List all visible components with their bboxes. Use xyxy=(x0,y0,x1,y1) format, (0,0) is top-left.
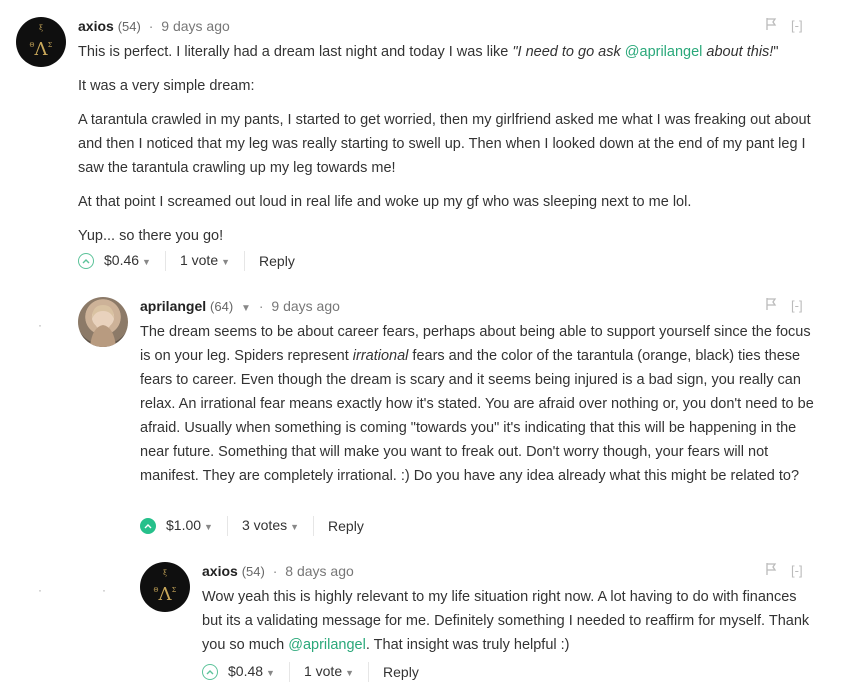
upvote-button[interactable] xyxy=(78,253,94,269)
author-name[interactable]: aprilangel xyxy=(140,298,206,314)
comment-tools: [-] xyxy=(765,17,803,34)
votes-count[interactable]: 3 votes ▼ xyxy=(242,515,299,537)
divider xyxy=(164,251,166,271)
divider xyxy=(244,251,246,271)
decorative-dot: · xyxy=(102,583,106,597)
comment-paragraph: A tarantula crawled in my pants, I start… xyxy=(78,112,811,176)
comment-paragraph: The dream seems to be about career fears… xyxy=(140,324,814,484)
flag-icon[interactable] xyxy=(765,17,777,34)
collapse-toggle[interactable]: [-] xyxy=(791,18,803,33)
reply-button[interactable]: Reply xyxy=(259,251,295,271)
reputation: (54) xyxy=(117,19,141,34)
caret-down-icon[interactable]: ▼ xyxy=(241,303,251,314)
caret-down-icon: ▼ xyxy=(204,522,213,532)
comment-body: This is perfect. I literally had a dream… xyxy=(78,40,818,248)
decorative-dot: · xyxy=(38,318,42,332)
svg-text:Λ: Λ xyxy=(34,39,49,60)
upvote-button[interactable] xyxy=(202,664,218,680)
comment-paragraph: It was a very simple dream: xyxy=(78,78,255,94)
flag-icon[interactable] xyxy=(765,562,777,579)
separator-dot: · xyxy=(148,18,154,34)
axios-logo-icon: ξ Θ Σ Λ xyxy=(154,569,177,605)
svg-text:Λ: Λ xyxy=(158,584,173,605)
payout-value[interactable]: $0.48 ▼ xyxy=(228,661,275,683)
votes-count[interactable]: 1 vote ▼ xyxy=(304,661,354,683)
comment-paragraph: Yup... so there you go! xyxy=(78,228,224,244)
divider xyxy=(313,516,315,536)
separator-dot: · xyxy=(258,298,264,314)
payout-value[interactable]: $0.46 ▼ xyxy=(104,250,151,272)
chevron-up-icon xyxy=(82,259,90,264)
avatar-axios[interactable]: ξ Θ Σ Λ xyxy=(140,562,190,612)
svg-text:Σ: Σ xyxy=(172,587,176,594)
author-name[interactable]: axios xyxy=(202,563,238,579)
comment-header: axios (54) · 9 days ago xyxy=(78,17,230,36)
upvote-button[interactable] xyxy=(140,518,156,534)
mention-link[interactable]: @aprilangel xyxy=(288,637,366,653)
caret-down-icon: ▼ xyxy=(221,257,231,267)
comment-paragraph: This is perfect. I literally had a dream… xyxy=(78,44,779,60)
comment-tools: [-] xyxy=(765,562,803,579)
comment-actions: $1.00 ▼ 3 votes ▼ Reply xyxy=(140,515,364,537)
flag-icon[interactable] xyxy=(765,297,777,314)
comment-actions: $0.46 ▼ 1 vote ▼ Reply xyxy=(78,250,295,272)
comment-body: Wow yeah this is highly relevant to my l… xyxy=(202,585,812,657)
timestamp[interactable]: 9 days ago xyxy=(161,18,230,34)
svg-text:Σ: Σ xyxy=(48,42,52,49)
chevron-up-icon xyxy=(206,670,214,675)
caret-down-icon: ▼ xyxy=(290,522,300,532)
votes-count[interactable]: 1 vote ▼ xyxy=(180,250,230,272)
author-name[interactable]: axios xyxy=(78,18,114,34)
comment-body: The dream seems to be about career fears… xyxy=(140,320,820,488)
svg-text:ξ: ξ xyxy=(39,24,43,32)
chevron-up-icon xyxy=(144,524,152,529)
mention-link[interactable]: @aprilangel xyxy=(625,44,703,60)
comment-header: aprilangel (64) ▼ · 9 days ago xyxy=(140,297,340,318)
divider xyxy=(226,516,228,536)
reply-button[interactable]: Reply xyxy=(383,662,419,682)
axios-logo-icon: ξ Θ Σ Λ xyxy=(30,24,53,60)
comment-actions: $0.48 ▼ 1 vote ▼ Reply xyxy=(202,661,419,683)
divider xyxy=(288,662,290,682)
decorative-dot: · xyxy=(38,583,42,597)
caret-down-icon: ▼ xyxy=(142,257,151,267)
reply-button[interactable]: Reply xyxy=(328,516,364,536)
comment-paragraph: Wow yeah this is highly relevant to my l… xyxy=(202,589,810,653)
payout-value[interactable]: $1.00 ▼ xyxy=(166,515,213,537)
divider xyxy=(368,662,370,682)
profile-photo-icon xyxy=(90,305,116,347)
caret-down-icon: ▼ xyxy=(266,668,275,678)
comment-paragraph: At that point I screamed out loud in rea… xyxy=(78,194,692,210)
separator-dot: · xyxy=(272,563,278,579)
timestamp[interactable]: 9 days ago xyxy=(271,298,340,314)
emphasis-text: irrational xyxy=(352,348,409,364)
comment-header: axios (54) · 8 days ago xyxy=(202,562,354,581)
collapse-toggle[interactable]: [-] xyxy=(791,563,803,578)
reputation: (54) xyxy=(241,564,265,579)
comment-tools: [-] xyxy=(765,297,803,314)
caret-down-icon: ▼ xyxy=(345,668,355,678)
collapse-toggle[interactable]: [-] xyxy=(791,298,803,313)
avatar-aprilangel[interactable] xyxy=(78,297,128,347)
reputation: (64) xyxy=(210,299,234,314)
avatar-axios[interactable]: ξ Θ Σ Λ xyxy=(16,17,66,67)
svg-text:ξ: ξ xyxy=(163,569,167,577)
timestamp[interactable]: 8 days ago xyxy=(285,563,354,579)
